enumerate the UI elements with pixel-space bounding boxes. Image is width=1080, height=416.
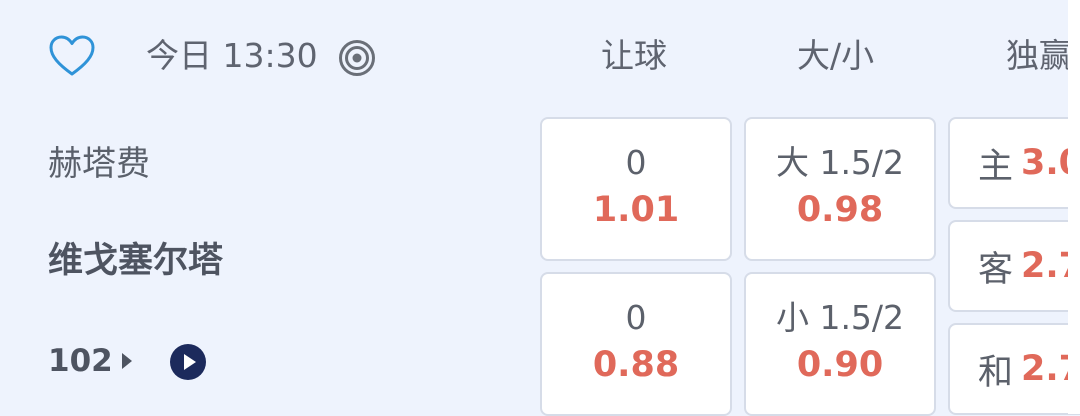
under-line: 小 1.5/2 <box>775 298 905 337</box>
away-team-name: 维戈塞尔塔 <box>48 241 224 281</box>
handicap-away-line: 0 <box>625 298 647 337</box>
handicap-away-odds-button[interactable]: 0 0.88 <box>540 272 732 416</box>
under-odds-button[interactable]: 小 1.5/2 0.90 <box>744 272 936 416</box>
over-odds-button[interactable]: 大 1.5/2 0.98 <box>744 117 936 261</box>
column-header-handicap: 让球 <box>601 36 667 75</box>
column-header-over-under: 大/小 <box>797 36 875 75</box>
handicap-home-odds-button[interactable]: 0 1.01 <box>540 117 732 261</box>
under-odds: 0.90 <box>796 345 884 385</box>
moneyline-draw-button[interactable]: 和 2.7 <box>948 323 1080 415</box>
moneyline-draw-label: 和 <box>978 352 1014 393</box>
match-id-link[interactable]: 102 <box>48 341 113 381</box>
moneyline-away-label: 客 <box>978 249 1014 290</box>
right-edge-panel <box>1068 0 1080 414</box>
caret-right-icon[interactable] <box>119 349 135 373</box>
handicap-home-line: 0 <box>625 143 647 182</box>
play-circle-icon[interactable] <box>169 343 207 381</box>
over-odds: 0.98 <box>796 190 884 230</box>
handicap-away-odds: 0.88 <box>592 345 680 385</box>
handicap-home-odds: 1.01 <box>592 190 680 230</box>
favorite-heart-icon[interactable] <box>48 34 96 78</box>
home-team-name: 赫塔费 <box>48 144 150 184</box>
column-header-moneyline: 独赢 <box>1006 36 1072 75</box>
moneyline-home-button[interactable]: 主 3.0 <box>948 117 1080 209</box>
over-line: 大 1.5/2 <box>775 143 905 182</box>
moneyline-home-label: 主 <box>978 146 1014 187</box>
match-time: 今日 13:30 <box>146 36 318 75</box>
moneyline-away-button[interactable]: 客 2.7 <box>948 220 1080 312</box>
target-icon[interactable] <box>338 39 376 77</box>
